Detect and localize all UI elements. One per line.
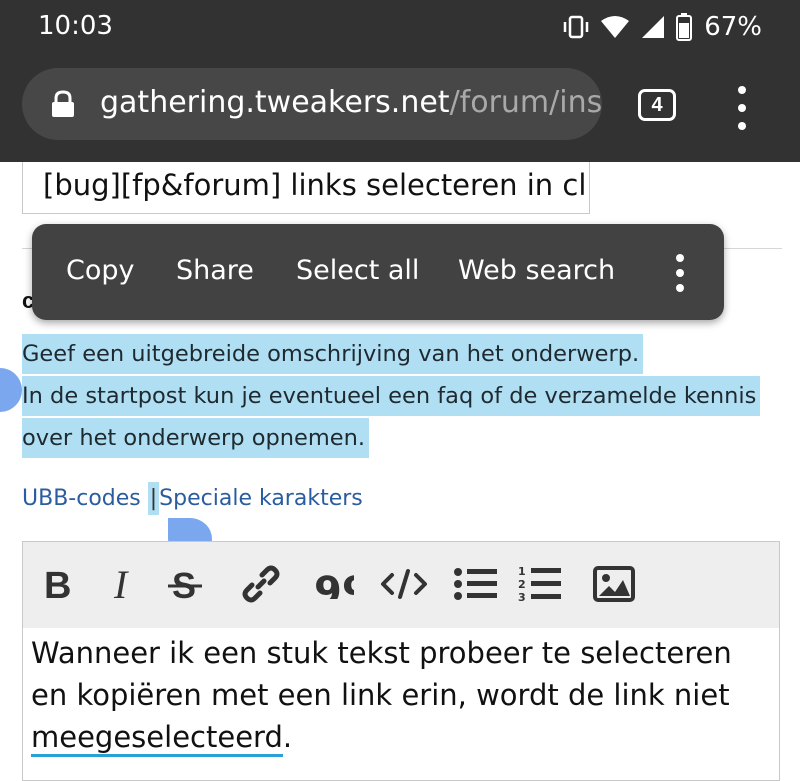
more-vert-icon[interactable] [732, 86, 752, 130]
web-search-menu-item[interactable]: Web search [458, 255, 615, 286]
copy-menu-item[interactable]: Copy [66, 255, 135, 286]
url-path: /forum/ins [449, 85, 602, 120]
link-separator: | [147, 482, 160, 515]
svg-text:2: 2 [518, 578, 526, 591]
browser-toolbar: gathering.tweakers.net/forum/ins 4 [0, 56, 800, 162]
code-icon[interactable] [377, 562, 431, 606]
svg-text:3: 3 [518, 591, 526, 604]
quote-icon[interactable]: 99 [311, 562, 357, 606]
numbered-list-icon[interactable]: 123 [515, 562, 565, 606]
bullet-list-icon[interactable] [451, 562, 501, 606]
description-line: over het onderwerp opnemen. [22, 418, 370, 458]
post-editor: B I S 99 [22, 541, 780, 781]
svg-text:I: I [113, 564, 129, 604]
status-icons: 67% [562, 10, 762, 44]
url-host: gathering.tweakers.net [100, 85, 450, 120]
italic-icon[interactable]: I [103, 562, 147, 606]
description-line: In de startpost kun je eventueel een faq… [22, 376, 761, 416]
editor-text-end: . [282, 720, 293, 754]
image-icon[interactable] [591, 562, 637, 606]
selection-handle-start[interactable] [0, 368, 22, 412]
description-line: Geef een uitgebreide omschrijving van he… [22, 334, 644, 374]
battery-percent: 67% [704, 12, 762, 42]
wifi-icon [601, 16, 630, 38]
topic-title-value: [bug][fp&forum] links selecteren in cl [43, 168, 587, 202]
url-bar[interactable]: gathering.tweakers.net/forum/ins [22, 68, 602, 140]
help-links: UBB-codes |Speciale karakters [22, 482, 363, 515]
svg-text:99: 99 [314, 569, 354, 599]
special-characters-link[interactable]: Speciale karakters [159, 486, 363, 511]
bold-icon[interactable]: B [37, 562, 81, 606]
url-text[interactable]: gathering.tweakers.net/forum/ins [100, 85, 602, 120]
editor-text: Wanneer ik een stuk tekst probeer te sel… [31, 636, 732, 712]
editor-text-area[interactable]: Wanneer ik een stuk tekst probeer te sel… [31, 632, 761, 758]
editor-toolbar: B I S 99 [23, 542, 779, 628]
svg-text:1: 1 [518, 565, 526, 578]
status-time: 10:03 [38, 11, 113, 41]
tab-switcher-button[interactable]: 4 [638, 89, 676, 121]
strikethrough-icon[interactable]: S [163, 562, 207, 606]
text-selection-menu: Copy Share Select all Web search [32, 224, 724, 320]
ubb-codes-link[interactable]: UBB-codes [22, 486, 141, 511]
vibrate-icon [563, 15, 589, 39]
spellcheck-word: meegeselecteerd [31, 720, 283, 757]
signal-icon [642, 16, 665, 38]
topic-title-field[interactable]: [bug][fp&forum] links selecteren in cl [22, 162, 590, 214]
battery-icon [676, 13, 693, 41]
status-bar: 10:03 67% [0, 0, 800, 56]
share-menu-item[interactable]: Share [176, 255, 254, 286]
select-all-menu-item[interactable]: Select all [296, 255, 419, 286]
lock-icon [52, 90, 74, 117]
more-vert-icon[interactable] [674, 254, 686, 292]
link-icon[interactable] [237, 562, 285, 606]
svg-text:B: B [44, 565, 71, 604]
